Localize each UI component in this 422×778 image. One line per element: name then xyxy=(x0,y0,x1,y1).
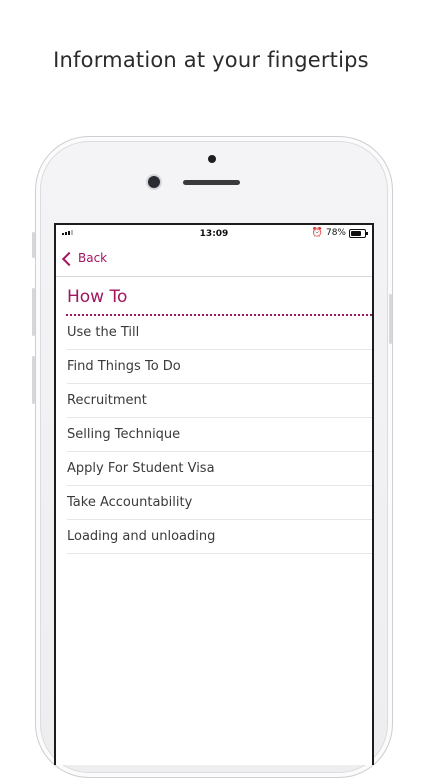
list-item[interactable]: Find Things To Do xyxy=(56,350,372,384)
alarm-clock-icon: ⏰ xyxy=(311,228,323,238)
navigation-bar: Back xyxy=(56,243,372,277)
chevron-left-icon xyxy=(61,251,77,266)
list-item-label: Find Things To Do xyxy=(67,359,181,374)
mute-switch xyxy=(32,232,35,258)
list-item-label: Apply For Student Visa xyxy=(67,461,215,476)
list-item-label: Loading and unloading xyxy=(67,529,216,544)
back-label: Back xyxy=(78,251,108,265)
list-item[interactable]: Use the Till xyxy=(56,316,372,350)
volume-down-button xyxy=(32,356,35,404)
section-title: How To xyxy=(67,287,128,307)
battery-percent: 78% xyxy=(325,228,346,238)
status-bar: 13:09 ⏰ 78% xyxy=(56,225,372,243)
howto-list: Use the Till Find Things To Do Recruitme… xyxy=(56,316,372,554)
power-button xyxy=(389,294,392,344)
phone-screen: 13:09 ⏰ 78% Back How To Use the Till Fin… xyxy=(54,223,374,765)
volume-up-button xyxy=(32,288,35,336)
list-item-label: Selling Technique xyxy=(67,427,181,442)
list-item[interactable]: Recruitment xyxy=(56,384,372,418)
back-button[interactable]: Back xyxy=(61,251,108,266)
list-item-label: Take Accountability xyxy=(67,495,193,510)
earpiece-speaker xyxy=(183,180,240,185)
headline: Information at your fingertips xyxy=(53,48,369,72)
status-indicators: ⏰ 78% xyxy=(311,228,368,238)
list-item[interactable]: Loading and unloading xyxy=(56,520,372,554)
list-item-label: Recruitment xyxy=(67,393,147,408)
proximity-sensor xyxy=(208,155,216,163)
list-item[interactable]: Take Accountability xyxy=(56,486,372,520)
list-item[interactable]: Apply For Student Visa xyxy=(56,452,372,486)
list-item[interactable]: Selling Technique xyxy=(56,418,372,452)
battery-icon xyxy=(349,228,368,238)
list-item-label: Use the Till xyxy=(67,325,140,340)
front-camera xyxy=(148,176,160,188)
battery-level xyxy=(351,230,362,236)
